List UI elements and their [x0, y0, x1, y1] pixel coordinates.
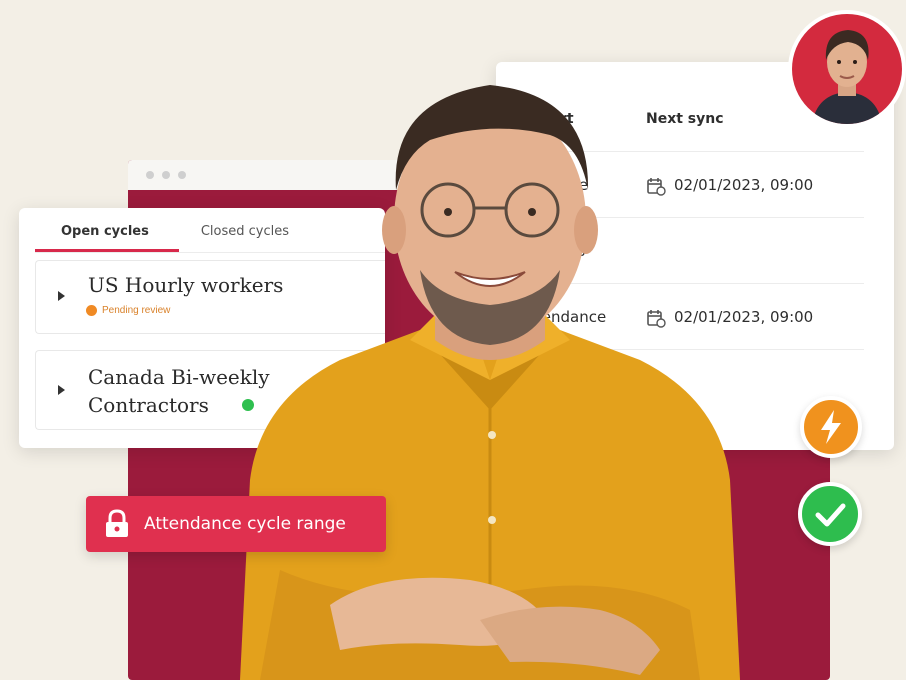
lightning-status-button[interactable] — [800, 396, 862, 458]
cycle-title-line2: Contractors — [88, 393, 209, 417]
status-label: Pending review — [102, 305, 171, 316]
lock-icon — [104, 509, 130, 539]
expand-caret-icon[interactable] — [58, 385, 65, 395]
attendance-chip-label: Attendance cycle range — [144, 514, 346, 534]
window-dot — [178, 171, 186, 179]
person-photo — [240, 85, 740, 680]
tab-open-cycles[interactable]: Open cycles — [35, 216, 179, 252]
status-dot-icon — [86, 305, 97, 316]
lightning-icon — [821, 410, 841, 444]
expand-caret-icon[interactable] — [58, 291, 65, 301]
window-dot — [162, 171, 170, 179]
avatar-photo — [792, 14, 902, 124]
check-icon — [815, 503, 846, 527]
attendance-cycle-range-button[interactable]: Attendance cycle range — [86, 496, 386, 552]
avatar[interactable] — [788, 10, 906, 128]
window-dot — [146, 171, 154, 179]
check-status-button[interactable] — [798, 482, 862, 546]
status-badge: Pending review — [86, 305, 170, 316]
